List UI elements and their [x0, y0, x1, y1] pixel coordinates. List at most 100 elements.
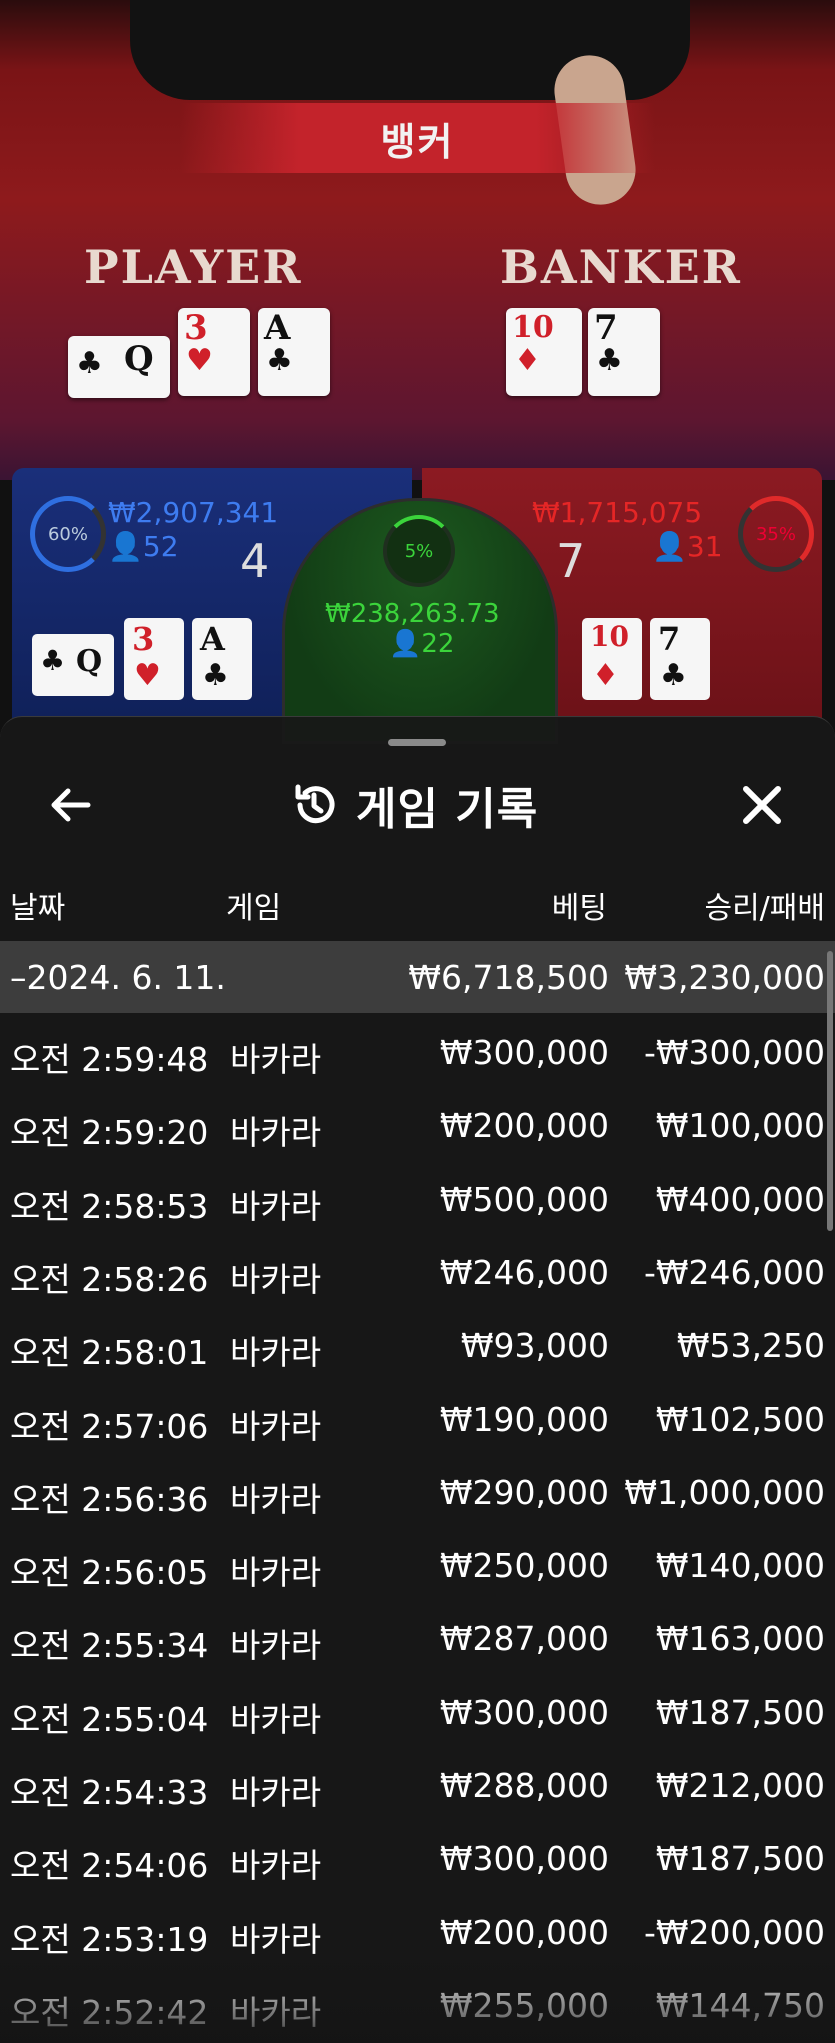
player-bet-amount: ₩2,907,341: [108, 496, 279, 529]
row-bet: ₩300,000: [439, 1033, 609, 1072]
row-win-loss: ₩100,000: [655, 1106, 825, 1146]
history-row[interactable]: 오전 2:56:05 바카라 ₩250,000 ₩140,000: [0, 1528, 835, 1601]
row-time: 오전 2:58:26: [10, 1259, 209, 1299]
player-mini-card-2: 3 ♥: [124, 618, 184, 700]
back-button[interactable]: [40, 775, 100, 835]
banker-percent: 35%: [755, 523, 796, 545]
row-time: 오전 2:55:34: [10, 1626, 209, 1666]
row-win-loss: ₩400,000: [655, 1179, 825, 1219]
history-row[interactable]: 오전 2:56:36 바카라 ₩290,000 ₩1,000,000: [0, 1455, 835, 1528]
player-card-3: A ♣: [258, 308, 330, 396]
row-game: 바카라: [230, 1333, 322, 1373]
row-bet: ₩250,000: [439, 1546, 609, 1586]
row-bet: ₩288,000: [439, 1766, 609, 1805]
row-bet: ₩500,000: [439, 1179, 609, 1219]
row-bet: ₩300,000: [439, 1692, 609, 1732]
row-win-loss: ₩187,500: [655, 1692, 825, 1732]
summary-win-loss: ₩3,230,000: [624, 957, 825, 997]
player-percent-ring: 60%: [30, 496, 106, 572]
user-icon: 👤: [108, 530, 143, 563]
user-icon: 👤: [652, 530, 687, 563]
row-game: 바카라: [230, 1553, 322, 1593]
summary-bet: ₩6,718,500: [408, 957, 609, 997]
history-row[interactable]: 오전 2:54:33 바카라 ₩288,000 ₩212,000: [0, 1748, 835, 1821]
banker-mini-card-1: 10 ♦: [582, 618, 642, 700]
row-game: 바카라: [230, 1113, 322, 1153]
row-bet: ₩246,000: [439, 1252, 609, 1292]
player-percent: 60%: [47, 523, 88, 545]
history-icon: [295, 784, 335, 824]
history-row[interactable]: 오전 2:55:34 바카라 ₩287,000 ₩163,000: [0, 1601, 835, 1674]
row-win-loss: ₩1,000,000: [624, 1472, 825, 1512]
row-game: 바카라: [230, 1773, 322, 1812]
user-icon: 👤: [389, 629, 422, 659]
column-header-win-loss: 승리/패배: [704, 891, 825, 926]
row-bet: ₩290,000: [439, 1472, 609, 1512]
tie-bet-amount: ₩238,263.73: [325, 599, 500, 629]
row-win-loss: ₩102,500: [655, 1399, 825, 1439]
column-header-date: 날짜: [10, 891, 66, 926]
player-mini-card-3: A ♣: [192, 618, 252, 700]
row-time: 오전 2:59:20: [10, 1113, 209, 1153]
row-game: 바카라: [230, 1259, 322, 1299]
sheet-grabber[interactable]: [388, 739, 446, 746]
sheet-title: 게임 기록: [356, 784, 539, 835]
row-win-loss: ₩212,000: [655, 1766, 825, 1805]
row-time: 오전 2:59:48: [10, 1040, 209, 1079]
history-row[interactable]: 오전 2:59:48 바카라 ₩300,000 -₩300,000: [0, 1015, 835, 1088]
banker-bettors: 👤31: [652, 530, 723, 563]
sheet-header: 게임 기록: [290, 769, 538, 841]
row-win-loss: -₩300,000: [643, 1033, 825, 1072]
row-time: 오전 2:54:06: [10, 1846, 209, 1886]
row-game: 바카라: [230, 1846, 322, 1886]
row-time: 오전 2:55:04: [10, 1699, 209, 1739]
banker-side-label: BANKER: [500, 240, 742, 294]
row-game: 바카라: [230, 1406, 322, 1446]
history-row[interactable]: 오전 2:57:06 바카라 ₩190,000 ₩102,500: [0, 1382, 835, 1455]
row-time: 오전 2:57:06: [10, 1406, 209, 1446]
row-bet: ₩93,000: [460, 1326, 609, 1366]
row-time: 오전 2:56:05: [10, 1553, 209, 1593]
column-header-game: 게임: [226, 891, 282, 926]
history-row[interactable]: 오전 2:59:20 바카라 ₩200,000 ₩100,000: [0, 1088, 835, 1161]
result-banner: 뱅커: [180, 103, 655, 173]
history-row[interactable]: 오전 2:58:01 바카라 ₩93,000 ₩53,250: [0, 1308, 835, 1381]
row-win-loss: ₩140,000: [655, 1546, 825, 1586]
row-game: 바카라: [230, 1626, 322, 1666]
row-time: 오전 2:54:33: [10, 1773, 209, 1812]
arrow-left-icon: [51, 788, 91, 822]
date-summary-row[interactable]: –2024. 6. 11. ₩6,718,500 ₩3,230,000: [0, 941, 835, 1013]
row-bet: ₩200,000: [439, 1912, 609, 1952]
summary-date: –2024. 6. 11.: [10, 957, 226, 997]
player-score: 4: [240, 534, 270, 588]
player-bettors: 👤52: [108, 530, 179, 563]
history-row[interactable]: 오전 2:54:06 바카라 ₩300,000 ₩187,500: [0, 1821, 835, 1894]
banker-mini-card-2: 7 ♣: [650, 618, 710, 700]
row-win-loss: ₩53,250: [676, 1326, 825, 1366]
history-row[interactable]: 오전 2:58:26 바카라 ₩246,000 -₩246,000: [0, 1235, 835, 1308]
row-win-loss: -₩246,000: [643, 1252, 825, 1292]
close-icon: [743, 786, 781, 824]
tie-percent-ring: 5%: [383, 515, 455, 587]
close-button[interactable]: [732, 775, 792, 835]
player-side-label: PLAYER: [84, 240, 303, 294]
row-time: 오전 2:56:36: [10, 1479, 209, 1519]
row-bet: ₩200,000: [439, 1106, 609, 1146]
row-time: 오전 2:58:01: [10, 1333, 209, 1373]
betting-board: 60% ₩2,907,341 👤52 4 ♣ Q 3 ♥ A ♣ 35% ₩1,…: [0, 468, 835, 744]
row-game: 바카라: [230, 1040, 322, 1079]
game-history-sheet: 게임 기록 날짜 게임 베팅 승리/패배 –2024. 6. 11. ₩6,71…: [0, 716, 835, 2043]
player-card-1: ♣ Q: [68, 336, 170, 398]
live-video: 뱅커 PLAYER BANKER ♣ Q 3 ♥ A ♣ 10 ♦ 7 ♣: [0, 0, 835, 480]
banker-card-1: 10 ♦: [506, 308, 582, 396]
history-row[interactable]: 오전 2:58:53 바카라 ₩500,000 ₩400,000: [0, 1162, 835, 1235]
row-game: 바카라: [230, 1699, 322, 1739]
history-row[interactable]: 오전 2:55:04 바카라 ₩300,000 ₩187,500: [0, 1675, 835, 1748]
scrollbar[interactable]: [827, 951, 833, 1231]
banker-card-2: 7 ♣: [588, 308, 660, 396]
banker-percent-ring: 35%: [738, 496, 814, 572]
row-win-loss: ₩163,000: [655, 1619, 825, 1659]
row-win-loss: ₩187,500: [655, 1839, 825, 1879]
banker-bet-amount: ₩1,715,075: [532, 496, 703, 529]
tie-bet-spot[interactable]: 5% ₩238,263.73 👤22: [282, 498, 558, 744]
